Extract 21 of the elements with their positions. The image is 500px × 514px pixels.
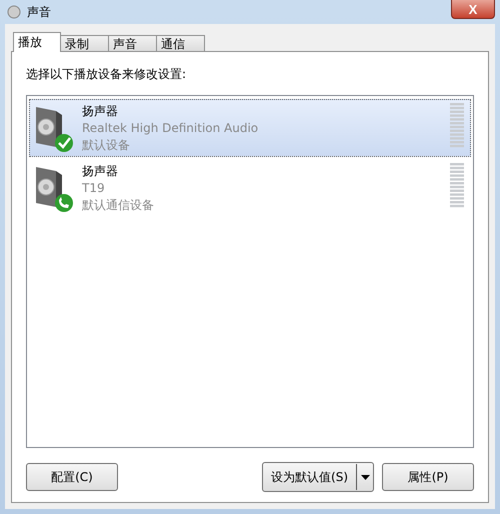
device-status: 默认通信设备 — [82, 197, 155, 214]
device-description: Realtek High Definition Audio — [82, 120, 260, 137]
configure-button[interactable]: 配置(C) — [26, 463, 118, 491]
window-title: 声音 — [27, 4, 52, 20]
instruction-text: 选择以下播放设备来修改设置: — [26, 66, 188, 83]
tab[interactable]: 通信 — [156, 35, 205, 52]
level-meter — [450, 103, 464, 149]
set-default-button[interactable]: 设为默认值(S) — [262, 462, 374, 492]
device-name: 扬声器 — [82, 103, 119, 120]
device-description: T19 — [82, 180, 106, 197]
tab[interactable]: 播放 — [13, 32, 61, 52]
device-name: 扬声器 — [82, 163, 119, 180]
tab[interactable]: 录制 — [60, 35, 109, 52]
set-default-button[interactable]: 设为默认值(S) — [263, 464, 357, 490]
caret-icon — [360, 474, 370, 480]
tab[interactable]: 声音 — [108, 35, 157, 52]
properties-button[interactable]: 属性(P) — [382, 463, 474, 491]
device-status: 默认设备 — [82, 137, 131, 154]
device-item[interactable]: 扬声器 T19 默认通信设备 — [29, 159, 471, 217]
level-meter — [450, 163, 464, 209]
device-item[interactable]: 扬声器 Realtek High Definition Audio 默认设备 — [29, 99, 471, 157]
